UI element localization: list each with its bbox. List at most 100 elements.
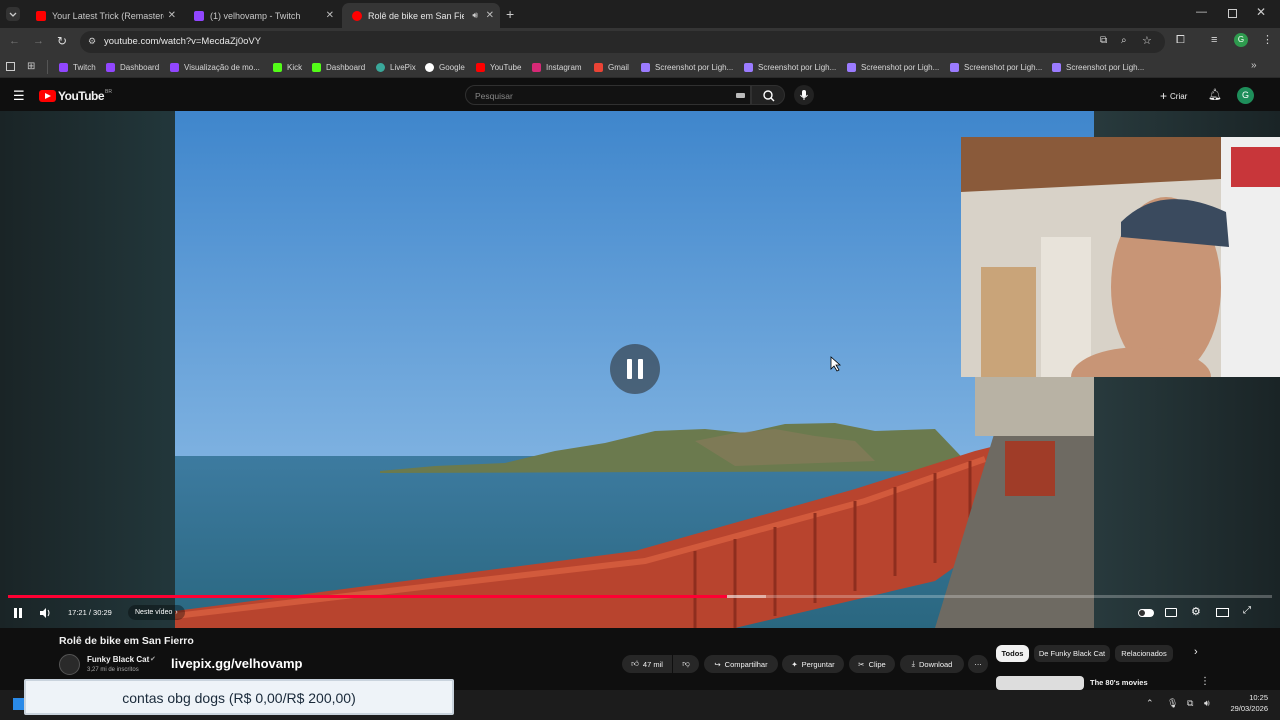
search-button[interactable] [751,85,785,105]
menu-icon[interactable]: ⋮ [1262,33,1273,46]
chip-relacionados[interactable]: Relacionados [1115,645,1173,662]
ask-button[interactable]: ✦ Perguntar [782,655,844,673]
voice-search-button[interactable] [794,85,814,105]
more-bookmarks-icon[interactable]: » [1251,60,1257,71]
clock-time[interactable]: 10:25 [1226,693,1268,702]
share-button[interactable]: ↪ Compartilhar [704,655,778,673]
subtitles-icon[interactable] [1165,608,1177,617]
close-icon[interactable]: ✕ [326,10,334,21]
youtube-icon [36,10,46,21]
keyboard-icon[interactable] [736,93,745,98]
next-video-thumbnail[interactable] [996,676,1084,690]
pause-button[interactable] [12,607,24,619]
tab-twitch[interactable]: (1) velhovamp - Twitch ✕ [184,3,340,28]
theater-mode-icon[interactable] [1216,608,1229,617]
account-avatar[interactable]: G [1237,87,1254,104]
bookmark-dashboard[interactable]: Dashboard [106,60,159,74]
url-text[interactable]: youtube.com/watch?v=MecdaZj0oVY [104,36,261,47]
bookmark-star-icon[interactable]: ☆ [1142,34,1152,47]
profile-avatar[interactable]: G [1234,33,1248,47]
video-player[interactable]: 17:21 / 30:29 Neste vídeo › ⚙ ⤢ [0,111,1280,628]
bookmark-youtube[interactable]: YouTube [476,60,521,74]
more-vertical-icon[interactable]: ⋮ [1200,676,1210,687]
network-icon[interactable]: ⧉ [1187,698,1193,709]
twitch-icon [59,62,68,72]
media-control-icon[interactable]: ≡ [1211,34,1217,46]
fullscreen-icon[interactable]: ⤢ [1243,605,1251,616]
tab-search-button[interactable] [6,7,20,21]
restore-button[interactable] [1228,9,1237,18]
hamburger-menu-icon[interactable]: ☰ [13,88,25,104]
bookmark-screenshot-1[interactable]: Screenshot por Ligh... [641,60,733,74]
bookmark-google[interactable]: Google [425,60,465,74]
next-video-title[interactable]: The 80's movies [1090,678,1148,687]
microphone-icon[interactable]: 🎙︎ [1167,698,1178,709]
more-actions-button[interactable]: ⋯ [968,655,988,673]
forward-icon[interactable]: → [33,35,44,47]
settings-gear-icon[interactable]: ⚙ [1191,605,1201,618]
bookmark-screenshot-2[interactable]: Screenshot por Ligh... [744,60,836,74]
bookmark-livepix[interactable]: LivePix [376,60,416,74]
dislike-button[interactable]: 👎︎ [673,655,699,673]
channel-name[interactable]: Funky Black Cat [87,655,149,664]
bookmark-kick[interactable]: Kick [273,60,302,74]
download-button[interactable]: ⤓ Download [900,655,964,673]
goal-text: contas obg dogs (R$ 0,00/R$ 200,00) [122,690,356,706]
volume-icon[interactable]: 🔊︎ [1204,698,1210,709]
bookmark-screenshot-3[interactable]: Screenshot por Ligh... [847,60,939,74]
youtube-play-icon [39,90,56,102]
bookmark-screenshot-5[interactable]: Screenshot por Ligh... [1052,60,1144,74]
tab-role-de-bike[interactable]: Rolê de bike em San Fierro 🔊︎ ✕ [342,3,500,28]
speaker-icon[interactable]: 🔊︎ [472,10,478,21]
grid-icon[interactable]: ⊞ [27,61,35,72]
browser-toolbar: ← → ↻ ⚙ youtube.com/watch?v=MecdaZj0oVY … [0,28,1280,56]
tab-title: Rolê de bike em San Fierro [368,10,464,21]
clip-button[interactable]: ✂ Clipe [849,655,895,673]
close-icon[interactable]: ✕ [486,10,494,21]
bookmark-gmail[interactable]: Gmail [594,60,629,74]
reload-icon[interactable]: ↻ [57,34,67,48]
channel-avatar[interactable] [59,654,80,675]
progress-played [8,595,728,598]
youtube-icon [476,62,485,72]
like-button[interactable]: 👍︎ 47 mil [622,655,672,673]
chip-de-funky-black-cat[interactable]: De Funky Black Cat [1034,645,1110,662]
apps-icon[interactable] [6,62,15,71]
notifications-bell-icon[interactable]: 🔔︎ [1208,88,1222,101]
bookmark-label: Screenshot por Ligh... [964,62,1043,72]
chevron-up-icon[interactable]: ⌃ [1146,698,1154,709]
search-input[interactable]: Pesquisar [465,85,751,105]
volume-button[interactable] [38,606,52,620]
minimize-button[interactable]: — [1196,6,1207,18]
twitch-icon [106,62,115,72]
chip-todos[interactable]: Todos [996,645,1029,662]
close-icon[interactable]: ✕ [168,10,176,21]
window-close-button[interactable]: ✕ [1256,5,1266,19]
center-pause-button[interactable] [610,344,660,394]
bookmark-kick-dashboard[interactable]: Dashboard [312,60,365,74]
install-app-icon[interactable]: ⧉ [1100,35,1107,46]
livepix-icon [376,62,385,72]
ambient-left [0,111,175,628]
clock-date[interactable]: 29/03/2026 [1226,704,1268,713]
tab-title: Your Latest Trick (Remastered 1 [52,10,164,21]
autoplay-toggle[interactable] [1138,609,1154,617]
progress-bar[interactable] [8,595,1272,598]
extensions-icon[interactable]: ⧠ [1176,34,1185,47]
youtube-logo[interactable]: YouTube BR [39,89,112,103]
bookmark-screenshot-4[interactable]: Screenshot por Ligh... [950,60,1042,74]
back-icon[interactable]: ← [9,35,20,47]
address-bar[interactable]: ⚙ youtube.com/watch?v=MecdaZj0oVY ⧉ ⌕ ☆ [80,31,1165,53]
chips-next-icon[interactable]: › [1194,646,1198,658]
bookmark-twitch[interactable]: Twitch [59,60,96,74]
new-tab-button[interactable]: + [506,6,514,22]
create-button[interactable]: + Criar [1160,89,1187,103]
bookmark-visualizacao[interactable]: Visualização de mo... [170,60,260,74]
bookmark-instagram[interactable]: Instagram [532,60,582,74]
tab-your-latest-trick[interactable]: Your Latest Trick (Remastered 1 ✕ [26,3,182,28]
zoom-icon[interactable]: ⌕ [1121,35,1127,46]
thumbs-up-icon: 👍︎ [631,659,639,668]
site-info-icon[interactable]: ⚙ [88,36,96,47]
chapter-button[interactable]: Neste vídeo › [128,605,185,620]
scissors-icon: ✂ [858,659,865,669]
